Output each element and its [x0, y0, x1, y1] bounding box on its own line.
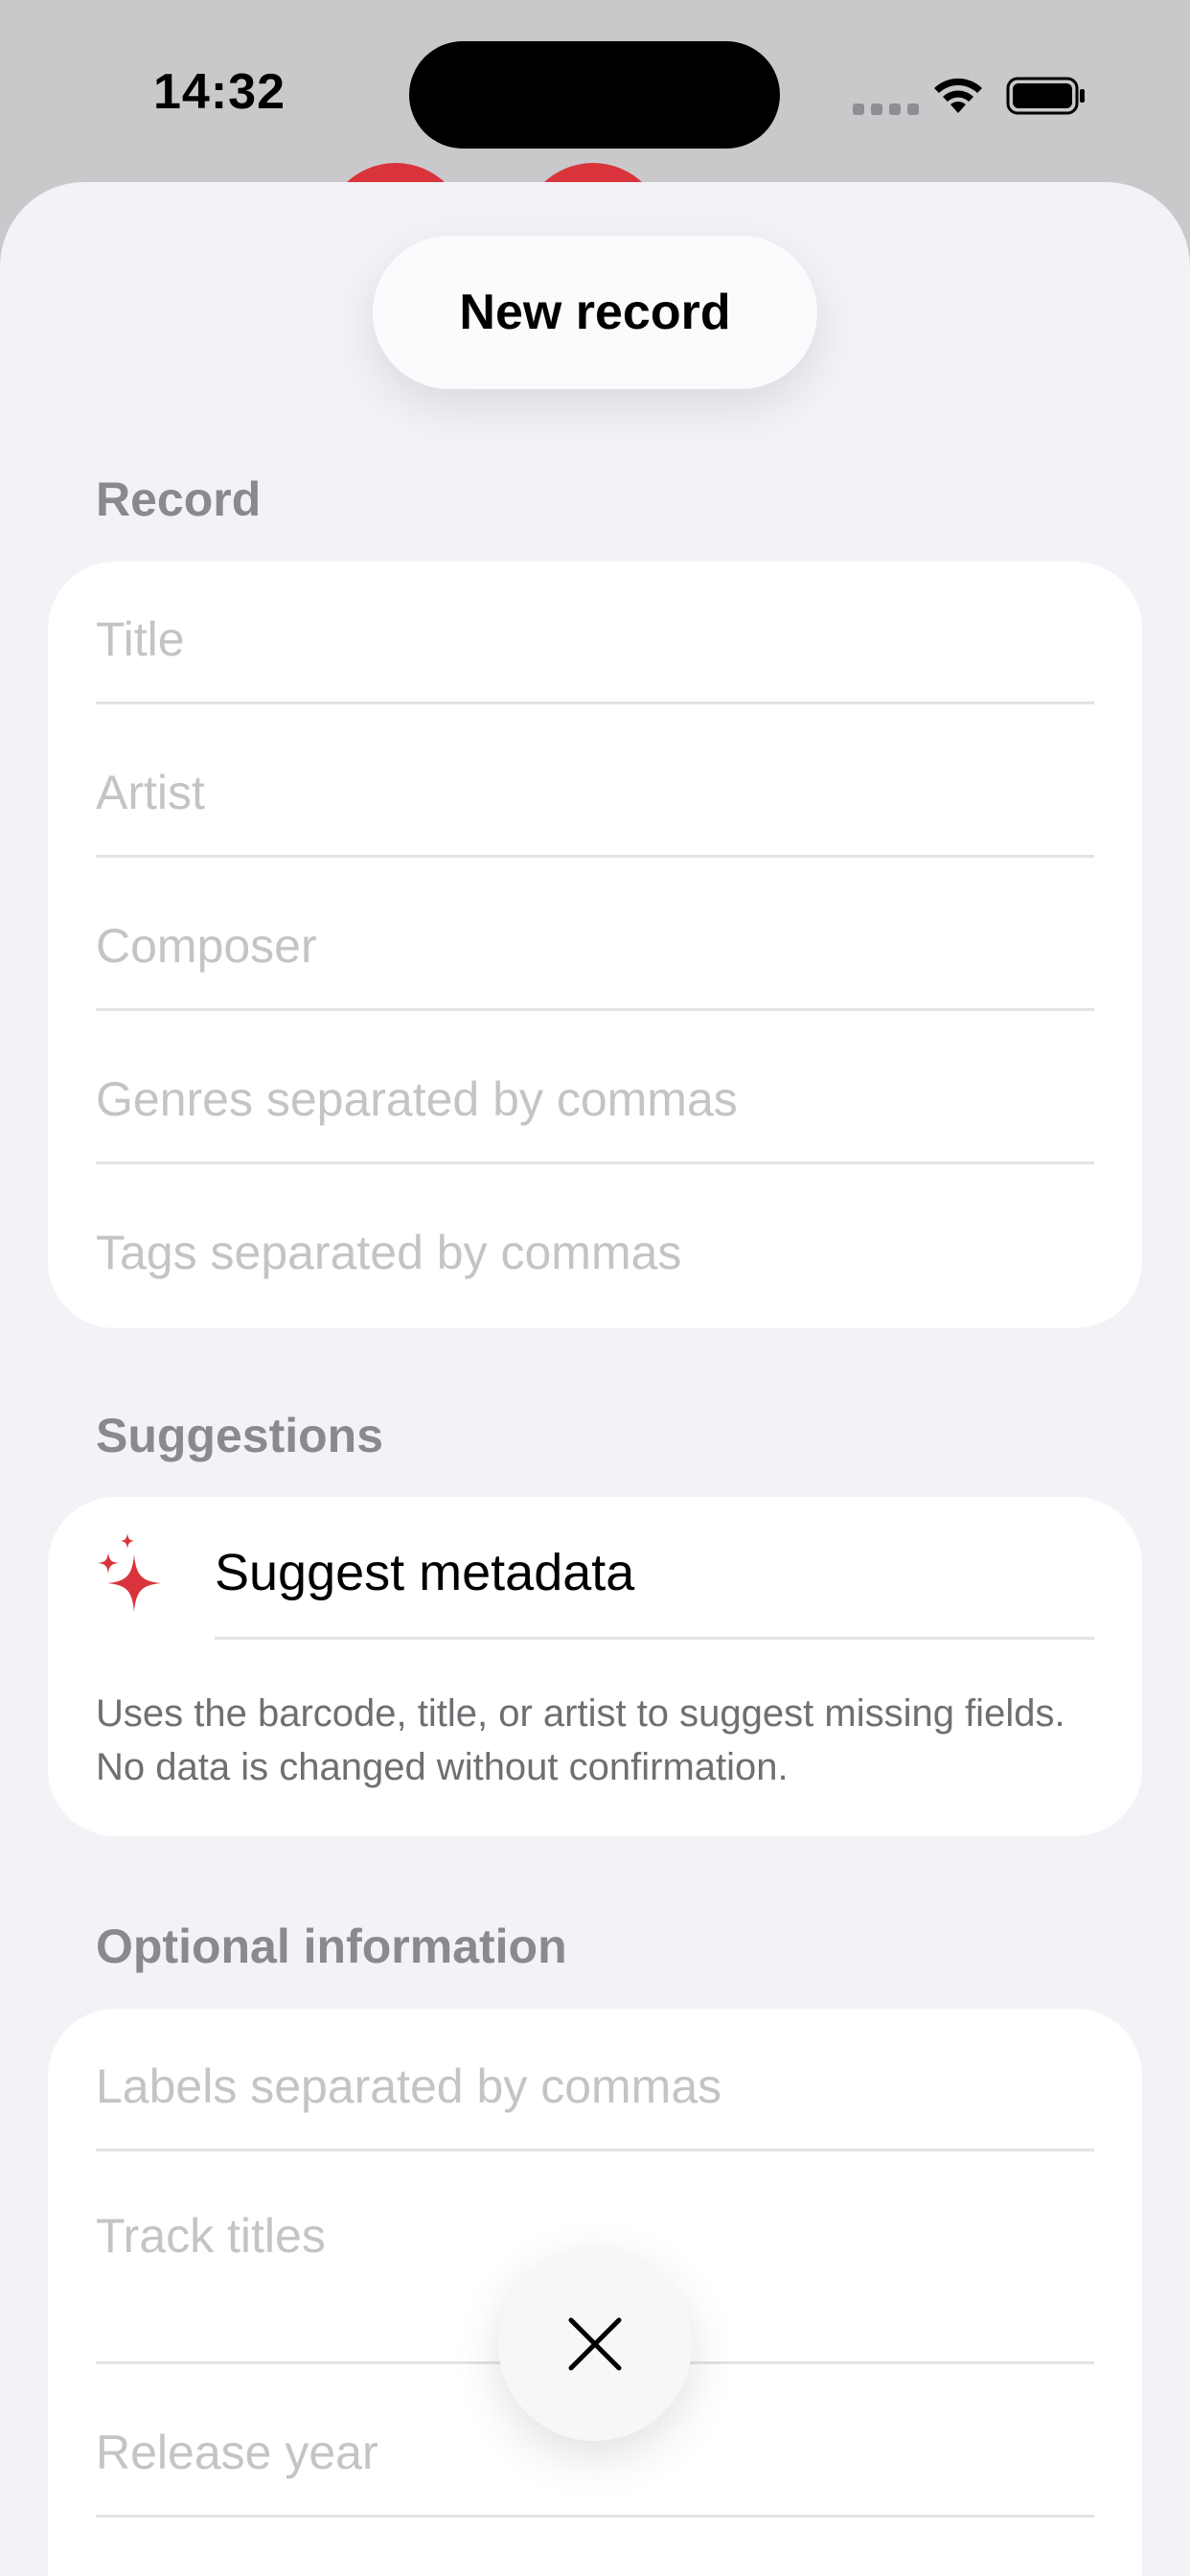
divider — [215, 1637, 1094, 1640]
suggestions-description: Uses the barcode, title, or artist to su… — [96, 1692, 1065, 1788]
tags-input[interactable]: Tags separated by commas — [96, 1225, 1094, 1280]
section-label-optional-information: Optional information — [96, 1920, 567, 1973]
close-icon — [568, 2317, 622, 2371]
status-time: 14:32 — [153, 64, 286, 120]
suggestions-card: Suggest metadata Uses the barcode, title… — [48, 1497, 1142, 1836]
section-label-suggestions: Suggestions — [96, 1409, 384, 1462]
battery-icon — [1006, 77, 1085, 115]
divider — [96, 2149, 1094, 2151]
divider — [96, 2515, 1094, 2518]
sparkles-icon — [98, 1533, 161, 1612]
labels-input[interactable]: Labels separated by commas — [96, 2058, 1094, 2114]
sheet-title: New record — [373, 236, 817, 389]
section-label-record: Record — [96, 472, 262, 526]
divider — [96, 702, 1094, 704]
divider — [96, 1008, 1094, 1011]
divider — [96, 855, 1094, 858]
cellular-signal-icon — [853, 104, 919, 115]
divider — [96, 1162, 1094, 1164]
record-card: Title Artist Composer Genres separated b… — [48, 562, 1142, 1328]
close-button[interactable] — [498, 2247, 692, 2441]
wifi-icon — [934, 78, 982, 113]
title-input[interactable]: Title — [96, 611, 1094, 667]
suggest-metadata-button[interactable]: Suggest metadata — [215, 1543, 634, 1602]
composer-input[interactable]: Composer — [96, 918, 1094, 974]
artist-input[interactable]: Artist — [96, 765, 1094, 820]
status-bar: 14:32 — [0, 0, 1190, 182]
genres-input[interactable]: Genres separated by commas — [96, 1071, 1094, 1127]
dynamic-island — [409, 41, 780, 149]
new-record-sheet: New record Record Title Artist Composer … — [0, 182, 1190, 2576]
